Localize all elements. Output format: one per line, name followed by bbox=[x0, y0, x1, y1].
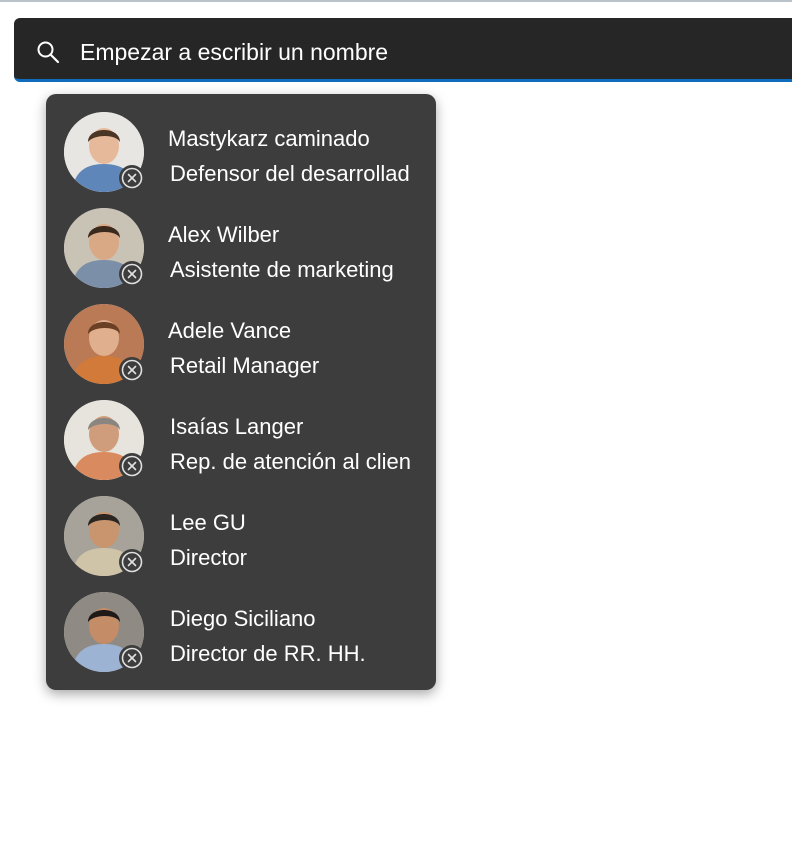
person-suggestion-item[interactable]: Diego Siciliano Director de RR. HH. bbox=[46, 574, 436, 672]
person-role: Director bbox=[170, 545, 248, 570]
remove-circle-icon[interactable] bbox=[119, 453, 145, 479]
person-role: Rep. de atención al clien bbox=[170, 449, 411, 474]
search-input[interactable] bbox=[80, 32, 680, 72]
person-role: Director de RR. HH. bbox=[170, 641, 366, 666]
person-name: Adele Vance bbox=[168, 318, 292, 343]
remove-circle-icon[interactable] bbox=[119, 549, 145, 575]
person-name: Diego Siciliano bbox=[170, 606, 316, 631]
remove-circle-icon[interactable] bbox=[119, 357, 145, 383]
remove-circle-icon[interactable] bbox=[119, 645, 145, 671]
remove-circle-icon[interactable] bbox=[119, 165, 145, 191]
remove-circle-icon[interactable] bbox=[119, 261, 145, 287]
person-suggestion-item[interactable]: Mastykarz caminado Defensor del desarroll… bbox=[46, 94, 436, 192]
person-suggestion-item[interactable]: Alex Wilber Asistente de marketing bbox=[46, 190, 436, 288]
search-icon bbox=[36, 40, 60, 64]
person-role: Asistente de marketing bbox=[170, 257, 394, 282]
person-name: Mastykarz caminado bbox=[168, 126, 370, 151]
person-name: Lee GU bbox=[170, 510, 246, 535]
people-search-box[interactable] bbox=[14, 18, 792, 82]
person-role: Retail Manager bbox=[170, 353, 320, 378]
people-suggestions-dropdown: Mastykarz caminado Defensor del desarroll… bbox=[46, 94, 436, 690]
person-role: Defensor del desarrollad bbox=[170, 161, 410, 186]
person-suggestion-item[interactable]: Lee GU Director bbox=[46, 478, 436, 576]
person-name: Isaías Langer bbox=[170, 414, 304, 439]
person-suggestion-item[interactable]: Isaías Langer Rep. de atención al clien bbox=[46, 382, 436, 480]
person-name: Alex Wilber bbox=[168, 222, 280, 247]
top-divider bbox=[0, 0, 792, 2]
person-suggestion-item[interactable]: Adele Vance Retail Manager bbox=[46, 286, 436, 384]
